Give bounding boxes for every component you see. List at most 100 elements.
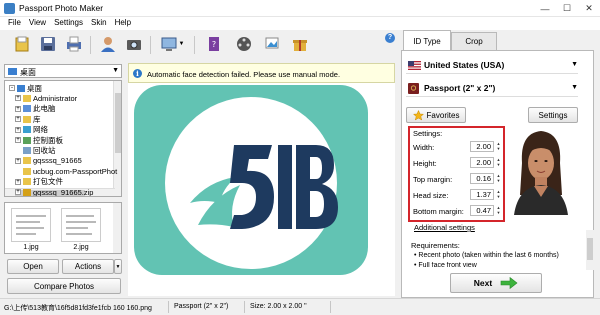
country-select[interactable]: United States (USA) ▼ — [406, 57, 578, 74]
expand-icon[interactable]: + — [15, 126, 21, 133]
setting-value-input[interactable]: 0.16 — [470, 173, 494, 184]
monitor-icon[interactable]: ▼ — [156, 33, 188, 55]
logo-graphic — [165, 97, 338, 269]
expand-icon[interactable]: + — [15, 116, 21, 123]
close-button[interactable]: ✕ — [578, 0, 600, 17]
tree-item[interactable]: + 网络 — [15, 125, 48, 135]
tree-item[interactable]: + 库 — [15, 114, 41, 124]
expand-icon[interactable]: + — [15, 95, 21, 102]
user-contacts-icon[interactable] — [96, 33, 120, 55]
help-book-icon[interactable]: ? — [202, 33, 226, 55]
folder-icon — [23, 167, 31, 175]
folder-icon — [23, 105, 31, 113]
star-icon — [412, 109, 424, 121]
setting-row: Bottom margin: 0.47 ▲ ▼ — [413, 205, 503, 217]
photo-canvas[interactable] — [128, 83, 395, 296]
tab-crop[interactable]: Crop — [451, 32, 497, 50]
settings-button[interactable]: Settings — [528, 107, 578, 123]
spinner-icon[interactable]: ▲ ▼ — [495, 189, 502, 200]
thumbnail-item[interactable]: 1.jpg — [9, 206, 53, 252]
expand-icon[interactable]: + — [15, 178, 21, 185]
tree-item[interactable]: + Administrator — [15, 93, 77, 103]
right-panel: ID Type Crop United States (USA) ▼ Passp… — [401, 30, 600, 298]
tree-vertical-scrollbar[interactable] — [113, 81, 121, 196]
requirements-scrollbar[interactable] — [586, 230, 594, 270]
tree-item-label: 此电脑 — [33, 104, 56, 114]
info-message: Automatic face detection failed. Please … — [147, 70, 341, 79]
favorites-button[interactable]: Favorites — [406, 107, 466, 123]
camera-icon[interactable] — [122, 33, 146, 55]
tree-item[interactable]: 回收站 — [15, 145, 56, 155]
tree-item[interactable]: + gqsssq_91665 — [15, 156, 82, 166]
tree-item[interactable]: + gqsssq_91665.zip — [15, 187, 93, 196]
tab-crop-label: Crop — [465, 37, 483, 46]
spinner-icon[interactable]: ▲ ▼ — [495, 157, 502, 168]
save-icon[interactable] — [36, 33, 60, 55]
tree-item-label: gqsssq_91665 — [33, 156, 82, 166]
setting-value-input[interactable]: 1.37 — [470, 189, 494, 200]
chevron-down-icon: ▼ — [115, 263, 121, 270]
menu-settings[interactable]: Settings — [50, 17, 87, 30]
actions-button[interactable]: Actions — [62, 259, 114, 274]
setting-value-input[interactable]: 0.47 — [470, 205, 494, 216]
requirement-item: • Recent photo (taken within the last 6 … — [414, 252, 559, 259]
actions-button-label: Actions — [74, 262, 102, 271]
tree-item[interactable]: + 控制面板 — [15, 135, 63, 145]
tab-id-type[interactable]: ID Type — [403, 30, 451, 51]
setting-label: Top margin: — [413, 175, 453, 184]
print-icon[interactable] — [62, 33, 86, 55]
tree-item-label: 桌面 — [27, 83, 42, 93]
chevron-down-icon: ▼ — [571, 84, 578, 91]
open-button[interactable]: Open — [7, 259, 59, 274]
toolbar-separator — [90, 36, 91, 54]
menu-file[interactable]: File — [4, 17, 25, 30]
tree-item-label: Administrator — [33, 93, 78, 103]
expand-icon[interactable]: + — [15, 137, 21, 143]
folder-tree[interactable]: - 桌面 + Administrator + 此电脑 + 库 + 网络 + 控制面板 回收站 + gqsss… — [4, 80, 122, 197]
gift-box-icon[interactable] — [288, 33, 312, 55]
next-button[interactable]: Next — [450, 273, 542, 293]
setting-row: Height: 2.00 ▲ ▼ — [413, 157, 503, 169]
expand-icon[interactable]: + — [15, 157, 21, 164]
help-icon[interactable]: ? — [385, 33, 395, 43]
expand-icon[interactable]: + — [15, 189, 21, 195]
toolbar: ▼ ? — [0, 30, 395, 60]
open-folder-icon[interactable] — [10, 33, 34, 55]
expand-icon[interactable]: + — [15, 105, 21, 112]
menu-skin[interactable]: Skin — [87, 17, 111, 30]
requirements-label: Requirements: — [411, 241, 460, 250]
collapse-icon[interactable]: - — [9, 85, 15, 91]
additional-settings-link[interactable]: Additional settings — [414, 223, 475, 232]
document-type-select[interactable]: Passport (2" x 2") ▼ — [406, 80, 578, 97]
tree-item[interactable]: - 桌面 — [9, 83, 42, 93]
setting-label: Bottom margin: — [413, 207, 464, 216]
tree-item[interactable]: + 打包文件 — [15, 177, 63, 187]
document-type-value: Passport (2" x 2") — [424, 83, 496, 93]
spinner-icon[interactable]: ▲ ▼ — [495, 173, 502, 184]
menu-view[interactable]: View — [25, 17, 50, 30]
minimize-button[interactable]: — — [534, 0, 556, 17]
setting-value-input[interactable]: 2.00 — [470, 157, 494, 168]
actions-dropdown-button[interactable]: ▼ — [114, 259, 122, 274]
thumbnail-item[interactable]: 2.jpg — [59, 206, 103, 252]
spinner-icon[interactable]: ▲ ▼ — [495, 205, 502, 216]
thumbnail-scrollbar[interactable] — [113, 203, 121, 253]
maximize-button[interactable]: ☐ — [556, 0, 578, 17]
spinner-icon[interactable]: ▲ ▼ — [495, 141, 502, 152]
arrow-right-icon — [500, 277, 518, 289]
film-reel-icon[interactable] — [232, 33, 256, 55]
open-button-label: Open — [23, 262, 43, 271]
compare-photos-button[interactable]: Compare Photos — [7, 278, 121, 294]
thumbnail-label: 2.jpg — [73, 244, 89, 251]
tree-item[interactable]: + 此电脑 — [15, 104, 56, 114]
thumbnail-strip: 1.jpg 2.jpg — [4, 202, 122, 254]
photo-stack-icon[interactable] — [260, 33, 284, 55]
tree-item-label: 网络 — [33, 125, 48, 135]
folder-path-dropdown[interactable]: 桌面 ▼ — [4, 64, 122, 78]
menu-help[interactable]: Help — [111, 17, 135, 30]
tree-item[interactable]: ucbug.com-PassportPhot — [15, 166, 117, 176]
folder-icon — [23, 136, 31, 144]
country-value: United States (USA) — [424, 60, 505, 70]
setting-value-input[interactable]: 2.00 — [470, 141, 494, 152]
requirement-item: • Full face front view — [414, 262, 477, 268]
